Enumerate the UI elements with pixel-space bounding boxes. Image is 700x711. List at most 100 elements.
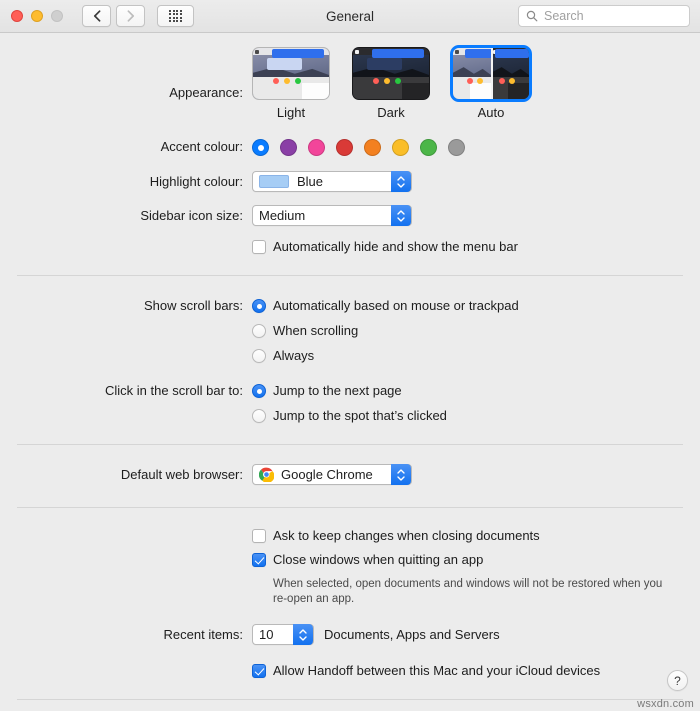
highlight-colour-label: Highlight colour: <box>149 174 243 189</box>
appearance-thumbnail-auto[interactable] <box>450 45 532 102</box>
chevron-down-icon <box>397 216 405 222</box>
minimize-window-button[interactable] <box>31 10 43 22</box>
default-web-browser-row: Default web browser: Google Chrome <box>0 464 700 487</box>
accent-swatch-graphite[interactable] <box>448 139 465 156</box>
recent-items-popup[interactable]: 10 <box>252 624 314 645</box>
accent-colour-row: Accent colour: <box>0 138 700 156</box>
appearance-option-auto[interactable]: Auto <box>450 45 532 120</box>
handoff-checkbox[interactable] <box>252 664 266 678</box>
sidebar-icon-size-label: Sidebar icon size: <box>140 208 243 223</box>
scroll-bars-option-automatic[interactable]: Automatically based on mouse or trackpad <box>252 297 700 315</box>
auto-hide-menu-bar-row: Automatically hide and show the menu bar <box>0 238 700 256</box>
click-scroll-option-spot-clicked[interactable]: Jump to the spot that’s clicked <box>252 407 700 425</box>
show-scroll-bars-row: Show scroll bars: Automatically based on… <box>0 297 700 365</box>
chevron-up-icon <box>397 468 405 474</box>
chevron-up-icon <box>397 209 405 215</box>
show-all-button[interactable] <box>157 5 194 27</box>
click-scroll-radio-next-page[interactable] <box>252 384 266 398</box>
sidebar-icon-size-row: Sidebar icon size: Medium <box>0 205 700 226</box>
accent-swatch-purple[interactable] <box>280 139 297 156</box>
chevron-left-icon <box>93 10 100 22</box>
appearance-label-auto: Auto <box>477 105 505 120</box>
ask-keep-changes-label: Ask to keep changes when closing documen… <box>273 528 540 543</box>
back-button[interactable] <box>82 5 111 27</box>
close-window-button[interactable] <box>11 10 23 22</box>
highlight-colour-stepper[interactable] <box>391 171 411 192</box>
chevron-up-icon <box>299 628 307 634</box>
scroll-bars-option-always[interactable]: Always <box>252 347 700 365</box>
traffic-light-group <box>11 10 63 22</box>
auto-hide-menu-bar-label: Automatically hide and show the menu bar <box>273 239 518 254</box>
chevron-right-icon <box>127 10 134 22</box>
appearance-thumbnail-light[interactable] <box>252 47 330 100</box>
auto-hide-menu-bar-checkbox-row[interactable]: Automatically hide and show the menu bar <box>252 238 700 256</box>
default-web-browser-label: Default web browser: <box>120 467 243 482</box>
appearance-label: Appearance: <box>169 85 243 100</box>
divider-3 <box>17 507 683 508</box>
highlight-colour-value: Blue <box>297 174 324 189</box>
click-scroll-radio-spot-clicked[interactable] <box>252 409 266 423</box>
handoff-checkbox-row[interactable]: Allow Handoff between this Mac and your … <box>252 662 700 680</box>
search-placeholder: Search <box>544 9 584 23</box>
handoff-row: Allow Handoff between this Mac and your … <box>0 662 700 680</box>
appearance-row: Appearance: Light Dark Auto <box>0 45 700 120</box>
divider-1 <box>17 275 683 276</box>
accent-swatch-yellow[interactable] <box>392 139 409 156</box>
click-scroll-bar-row: Click in the scroll bar to: Jump to the … <box>0 382 700 425</box>
close-windows-row[interactable]: Close windows when quitting an app <box>252 551 700 569</box>
show-scroll-bars-label: Show scroll bars: <box>144 298 243 313</box>
chevron-up-icon <box>397 175 405 181</box>
recent-items-value: 10 <box>259 627 274 642</box>
auto-hide-menu-bar-checkbox[interactable] <box>252 240 266 254</box>
accent-swatch-blue[interactable] <box>252 139 269 156</box>
general-preferences-pane: Appearance: Light Dark Auto Accent colou… <box>0 33 700 711</box>
highlight-colour-row: Highlight colour: Blue <box>0 171 700 193</box>
scroll-bars-label-always: Always <box>273 348 315 363</box>
recent-items-trailing-label: Documents, Apps and Servers <box>324 627 500 642</box>
ask-keep-changes-row[interactable]: Ask to keep changes when closing documen… <box>252 527 700 545</box>
close-windows-label: Close windows when quitting an app <box>273 552 484 567</box>
maximize-window-button[interactable] <box>51 10 63 22</box>
accent-colour-label: Accent colour: <box>160 139 243 154</box>
appearance-thumbnail-dark[interactable] <box>352 47 430 100</box>
accent-swatch-green[interactable] <box>420 139 437 156</box>
accent-swatch-red[interactable] <box>336 139 353 156</box>
scroll-bars-radio-always[interactable] <box>252 349 266 363</box>
click-scroll-label-spot-clicked: Jump to the spot that’s clicked <box>273 408 447 423</box>
accent-swatch-orange[interactable] <box>364 139 381 156</box>
accent-swatch-pink[interactable] <box>308 139 325 156</box>
appearance-option-light[interactable]: Light <box>252 47 330 120</box>
recent-items-stepper[interactable] <box>293 624 313 645</box>
scroll-bars-option-when-scrolling[interactable]: When scrolling <box>252 322 700 340</box>
sidebar-icon-size-popup[interactable]: Medium <box>252 205 412 226</box>
appearance-label-dark: Dark <box>377 105 405 120</box>
scroll-bars-label-when-scrolling: When scrolling <box>273 323 359 338</box>
default-web-browser-value: Google Chrome <box>281 467 373 482</box>
chevron-down-icon <box>397 182 405 188</box>
handoff-label: Allow Handoff between this Mac and your … <box>273 663 601 678</box>
forward-button[interactable] <box>116 5 145 27</box>
search-field[interactable]: Search <box>518 5 690 27</box>
ask-keep-changes-checkbox[interactable] <box>252 529 266 543</box>
appearance-label-light: Light <box>276 105 306 120</box>
recent-items-label: Recent items: <box>163 627 243 642</box>
recent-items-row: Recent items: 10 Documents, Apps and Ser… <box>0 624 700 645</box>
close-windows-checkbox[interactable] <box>252 553 266 567</box>
scroll-bars-radio-when-scrolling[interactable] <box>252 324 266 338</box>
default-web-browser-popup[interactable]: Google Chrome <box>252 464 412 485</box>
appearance-option-dark[interactable]: Dark <box>352 47 430 120</box>
window-titlebar: General Search <box>0 0 700 33</box>
accent-colour-swatches <box>252 138 700 156</box>
click-scroll-bar-label: Click in the scroll bar to: <box>105 383 243 398</box>
scroll-bars-label-automatic: Automatically based on mouse or trackpad <box>273 298 519 313</box>
scroll-bars-radio-automatic[interactable] <box>252 299 266 313</box>
sidebar-icon-size-value: Medium <box>259 208 306 223</box>
highlight-colour-popup[interactable]: Blue <box>252 171 412 192</box>
click-scroll-option-next-page[interactable]: Jump to the next page <box>252 382 700 400</box>
help-button[interactable]: ? <box>667 670 688 691</box>
default-web-browser-stepper[interactable] <box>391 464 411 485</box>
watermark: wsxdn.com <box>637 698 694 710</box>
sidebar-icon-size-stepper[interactable] <box>391 205 411 226</box>
show-all-grid-icon <box>169 9 182 23</box>
click-scroll-label-next-page: Jump to the next page <box>273 383 402 398</box>
